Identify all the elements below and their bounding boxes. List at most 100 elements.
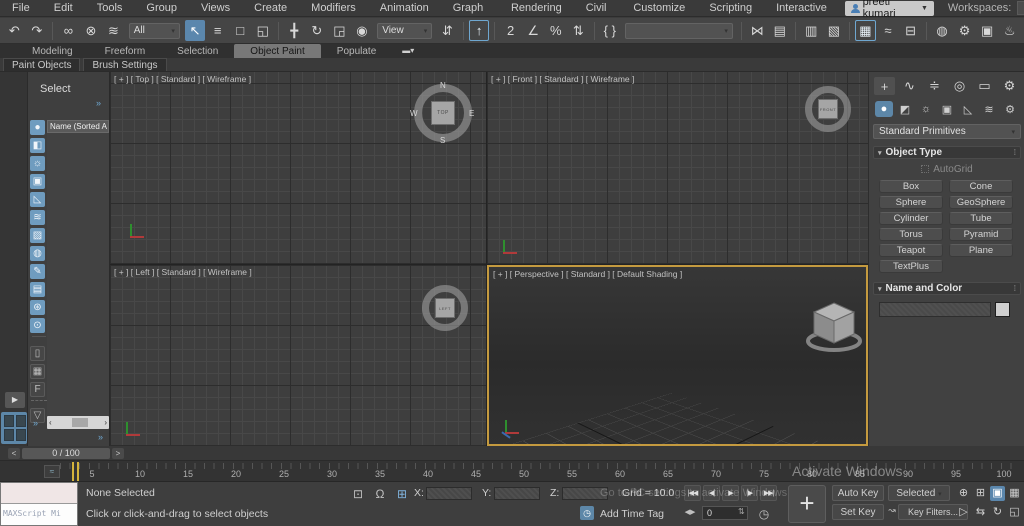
angle-snap-toggle[interactable]: ∠	[523, 20, 544, 41]
isolate-selection-toggle[interactable]: ⊡	[350, 487, 366, 501]
y-coordinate-field[interactable]	[494, 487, 540, 500]
select-and-place-button[interactable]: ◉	[352, 20, 373, 41]
viewcube-left[interactable]: LEFT	[422, 285, 470, 333]
zoom-all-button[interactable]: ⊞	[973, 486, 988, 501]
display-space-warps-icon[interactable]: ≋	[30, 210, 45, 225]
maxscript-macro-pane[interactable]	[1, 483, 77, 504]
name-column-header[interactable]: Name (Sorted A	[47, 120, 109, 133]
expand-chevron-icon[interactable]: »	[96, 98, 101, 108]
category-space-warps[interactable]: ≋	[980, 101, 998, 117]
category-shapes[interactable]: ◩	[896, 101, 914, 117]
select-and-scale-button[interactable]: ◲	[329, 20, 350, 41]
redo-button[interactable]: ↷	[27, 20, 48, 41]
user-account-menu[interactable]: preeti kumari ▼	[844, 0, 934, 20]
set-keys-button[interactable]: +	[788, 485, 826, 523]
add-time-tag[interactable]: Add Time Tag	[600, 508, 664, 520]
select-and-manipulate-button[interactable]: ↑	[468, 20, 490, 41]
viewport-top-label[interactable]: [ + ] [ Top ] [ Standard ] [ Wireframe ]	[114, 74, 251, 84]
scroll-right-arrow[interactable]: ›	[104, 418, 107, 427]
zoom-extents-button[interactable]: ▣	[990, 486, 1005, 501]
display-particles-icon[interactable]: ▨	[30, 228, 45, 243]
primitive-button-cylinder[interactable]: Cylinder	[879, 212, 943, 225]
frame-spinner[interactable]: ⇅	[738, 507, 745, 516]
viewcube-face[interactable]: TOP	[431, 101, 455, 125]
reference-coordinate-system-dropdown[interactable]: View ▾	[377, 22, 433, 39]
menu-item-file[interactable]: File	[0, 0, 42, 17]
viewport-front[interactable]: [ + ] [ Front ] [ Standard ] [ Wireframe…	[487, 72, 868, 264]
scrollbar-thumb[interactable]	[72, 418, 88, 427]
curve-editor-button[interactable]: ≈	[878, 20, 899, 41]
primitive-button-torus[interactable]: Torus	[879, 228, 943, 241]
ribbon-minimize-icon[interactable]: ▬▾	[402, 44, 414, 58]
select-object-button[interactable]: ↖	[184, 20, 206, 41]
orbit-button[interactable]: ↻	[990, 505, 1005, 520]
key-mode-toggle[interactable]: ◀▶	[682, 508, 698, 516]
tab-modify[interactable]: ∿	[899, 77, 920, 95]
set-key-button[interactable]: Set Key	[832, 504, 884, 520]
undo-button[interactable]: ↶	[4, 20, 25, 41]
viewport-top[interactable]: [ + ] [ Top ] [ Standard ] [ Wireframe ]…	[110, 72, 486, 264]
bind-to-space-warp-button[interactable]: ≋	[103, 20, 124, 41]
rectangular-selection-region-button[interactable]: □	[230, 20, 251, 41]
render-production-button[interactable]: ♨	[999, 20, 1020, 41]
viewcube-face[interactable]: LEFT	[435, 298, 455, 318]
edit-named-selection-sets-button[interactable]: { }	[600, 20, 621, 41]
display-shapes-icon[interactable]: ◧	[30, 138, 45, 153]
menu-item-modifiers[interactable]: Modifiers	[299, 0, 368, 17]
primitives-dropdown[interactable]: Standard Primitives ▾	[873, 124, 1021, 139]
select-and-link-button[interactable]: ∞	[58, 20, 79, 41]
pan-view-button[interactable]: ⇆	[973, 505, 988, 520]
object-type-rollout-header[interactable]: ▾ Object Type ⁞	[873, 146, 1021, 159]
display-hidden-icon[interactable]: ⊙	[30, 318, 45, 333]
ribbon-tab-selection[interactable]: Selection	[161, 44, 234, 58]
tab-motion[interactable]: ◎	[949, 77, 970, 95]
align-button[interactable]: ▤	[769, 20, 790, 41]
primitive-button-cone[interactable]: Cone	[949, 180, 1013, 193]
category-systems[interactable]: ⚙	[1001, 101, 1019, 117]
primitive-button-geosphere[interactable]: GeoSphere	[949, 196, 1013, 209]
toggle-ribbon-button[interactable]: ▦	[855, 20, 876, 41]
primitive-button-sphere[interactable]: Sphere	[879, 196, 943, 209]
display-bones-icon[interactable]: ✎	[30, 264, 45, 279]
viewcube-north[interactable]: N	[440, 81, 446, 90]
display-containers-icon[interactable]: ▤	[30, 282, 45, 297]
scroll-left-arrow[interactable]: ‹	[49, 418, 52, 427]
new-key-filter-dropdown[interactable]: Selected ▾	[888, 485, 950, 501]
menu-item-create[interactable]: Create	[242, 0, 299, 17]
toggle-layer-explorer-button[interactable]: ▧	[824, 20, 845, 41]
menu-item-group[interactable]: Group	[134, 0, 189, 17]
display-geometry-icon[interactable]: ●	[30, 120, 45, 135]
menu-item-customize[interactable]: Customize	[621, 0, 697, 17]
viewcube-east[interactable]: E	[469, 109, 474, 118]
tab-display[interactable]: ▭	[974, 77, 995, 95]
category-cameras[interactable]: ▣	[938, 101, 956, 117]
object-name-input[interactable]	[879, 302, 991, 317]
time-configuration-button[interactable]: ◷	[756, 507, 772, 521]
display-frozen-icon[interactable]: ⊛	[30, 300, 45, 315]
select-by-name-button[interactable]: ≡	[207, 20, 228, 41]
ribbon-tab-modeling[interactable]: Modeling	[16, 44, 89, 58]
select-and-rotate-button[interactable]: ↻	[307, 20, 328, 41]
zoom-button[interactable]: ⊕	[956, 486, 971, 501]
tab-hierarchy[interactable]: ≑	[924, 77, 945, 95]
ribbon-subtab-paint-objects[interactable]: Paint Objects	[3, 58, 81, 71]
absolute-offset-mode-toggle[interactable]: ⊞	[394, 487, 410, 501]
selection-lock-toggle[interactable]: Ω	[372, 487, 388, 501]
toggle-scene-explorer-button[interactable]: ▥	[801, 20, 822, 41]
ribbon-tab-populate[interactable]: Populate	[321, 44, 392, 58]
unlink-selection-button[interactable]: ⊗	[81, 20, 102, 41]
viewcube-face[interactable]: FRONT	[818, 99, 838, 119]
primitive-button-plane[interactable]: Plane	[949, 244, 1013, 257]
display-helpers-icon[interactable]: ◺	[30, 192, 45, 207]
menu-item-civil-view[interactable]: Civil View	[574, 0, 622, 31]
tab-utilities[interactable]: ⚙	[999, 77, 1020, 95]
x-coordinate-field[interactable]	[426, 487, 472, 500]
viewcube-front[interactable]: FRONT	[805, 86, 853, 134]
next-frame-arrow[interactable]: >	[112, 448, 124, 459]
sort-by-frozen-icon[interactable]: F	[30, 382, 45, 397]
viewport-layout-tab[interactable]	[1, 412, 27, 444]
selection-filter-dropdown[interactable]: All ▾	[128, 22, 180, 39]
select-and-move-button[interactable]: ╋	[284, 20, 305, 41]
viewport-perspective-label[interactable]: [ + ] [ Perspective ] [ Standard ] [ Def…	[493, 269, 682, 279]
menu-item-interactive[interactable]: Interactive	[764, 0, 839, 17]
